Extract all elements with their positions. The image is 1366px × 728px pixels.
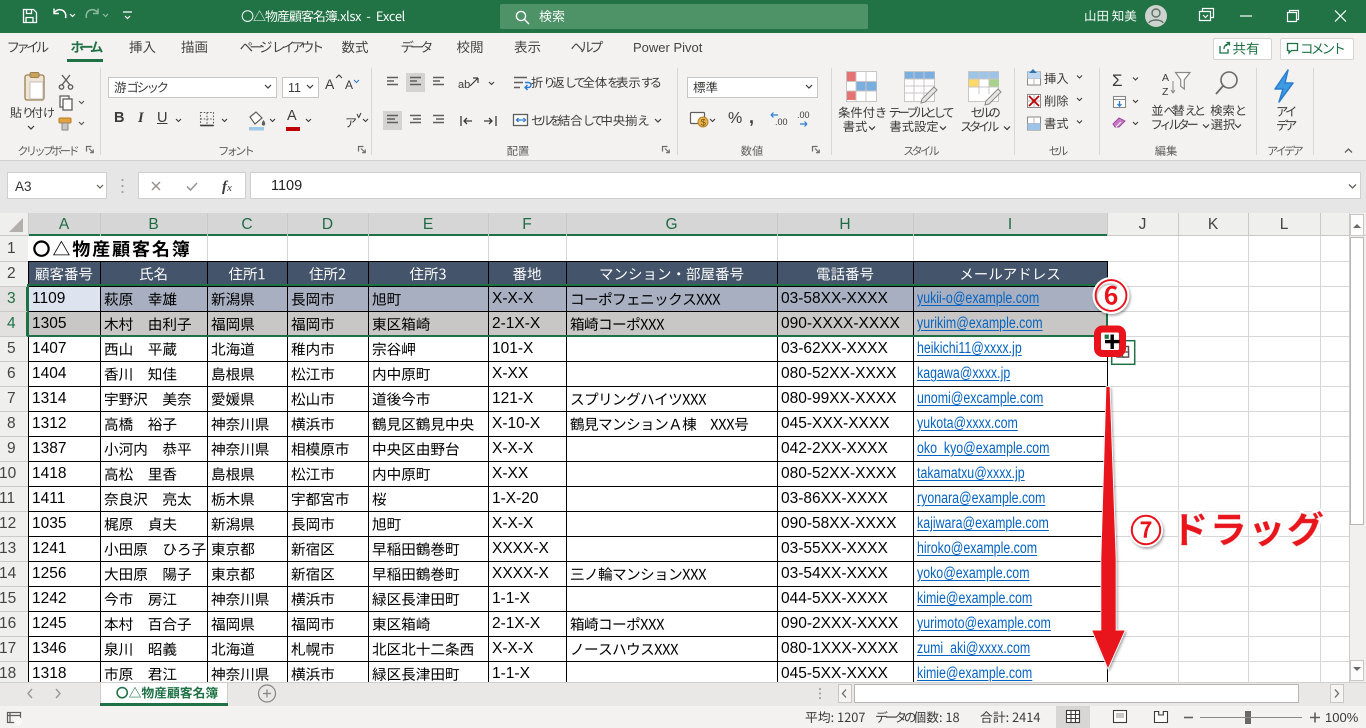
svg-text:$: $ <box>701 118 706 128</box>
svg-text:ab: ab <box>458 79 470 91</box>
svg-text:A: A <box>1162 72 1169 84</box>
svg-text:.00: .00 <box>775 117 788 127</box>
svg-text:.00: .00 <box>797 110 810 120</box>
svg-text:Z: Z <box>1162 86 1169 98</box>
svg-text:Σ: Σ <box>1112 71 1123 90</box>
